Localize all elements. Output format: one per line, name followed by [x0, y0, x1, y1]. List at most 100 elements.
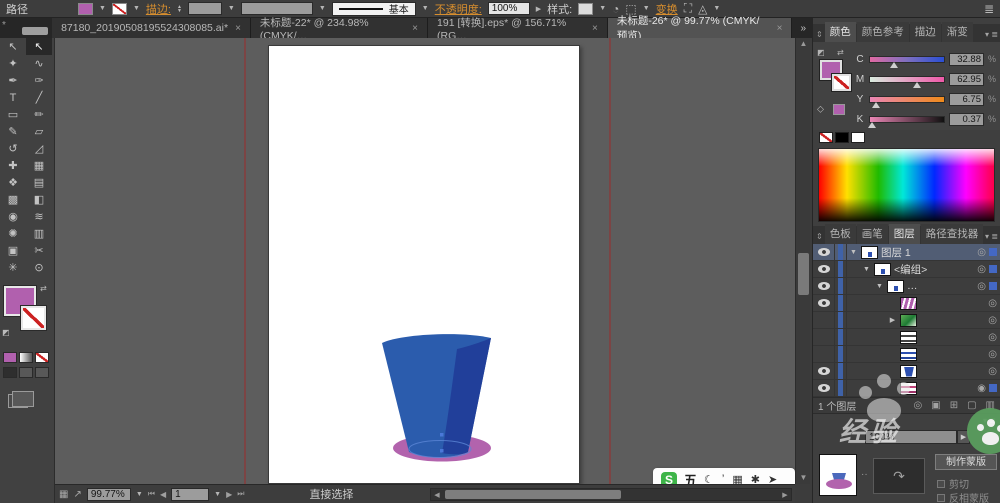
visibility-cell[interactable] [813, 261, 835, 277]
target-icon[interactable]: ◎ [988, 315, 997, 326]
visibility-cell[interactable] [813, 363, 835, 379]
zoom-dropdown-icon[interactable]: ▼ [136, 491, 143, 498]
visibility-cell[interactable] [813, 295, 835, 311]
channel-value-field[interactable]: 6.75 [948, 92, 984, 106]
layer-thumbnail[interactable] [900, 296, 917, 310]
layer-row[interactable]: ▼ … ◎ [813, 278, 1000, 295]
visibility-cell[interactable] [813, 346, 835, 362]
layer-thumbnail[interactable] [900, 381, 917, 395]
width-profile-dropdown-icon[interactable]: ▼ [319, 5, 326, 12]
tab-颜色[interactable]: 颜色 [824, 22, 856, 42]
next-artboard-icon[interactable]: ▶ [226, 490, 232, 499]
transparency-opacity-field[interactable]: 100% [865, 430, 957, 444]
shape-builder-tool[interactable]: ❖ [0, 174, 26, 191]
layer-row-content[interactable]: ◉ [847, 380, 1000, 396]
expand-icon[interactable]: ▼ [849, 249, 858, 256]
brush-definition-dropdown[interactable]: 基本 [331, 1, 416, 16]
expand-icon[interactable]: ▼ [862, 266, 871, 273]
width-tool[interactable]: ✚ [0, 157, 26, 174]
tab-画笔[interactable]: 画笔 [856, 224, 888, 244]
layer-row[interactable]: ◎ [813, 329, 1000, 346]
document-tab[interactable]: 未标题-26* @ 99.77% (CMYK/预览) × [607, 15, 793, 42]
panel-collapse-icon[interactable]: ⇕ [815, 232, 824, 244]
layer-row-content[interactable]: ▼ 图层 1 ◎ [847, 244, 1000, 260]
visibility-cell[interactable] [813, 244, 835, 260]
slider-track[interactable] [869, 75, 945, 88]
target-icon[interactable]: ◎ [977, 281, 986, 292]
default-fill-stroke-icon[interactable]: ◩ [2, 328, 10, 337]
line-segment-tool[interactable]: ╱ [26, 89, 52, 106]
scroll-up-icon[interactable]: ▲ [796, 38, 811, 50]
eraser-tool[interactable]: ▱ [26, 123, 52, 140]
isolate-dropdown-icon[interactable]: ▼ [643, 5, 650, 12]
eye-icon[interactable] [817, 265, 830, 273]
layer-thumbnail[interactable] [874, 262, 891, 276]
object-thumbnail[interactable] [819, 454, 857, 496]
layer-row[interactable]: ▼ 图层 1 ◎ [813, 244, 1000, 261]
fill-dropdown-icon[interactable]: ▼ [99, 5, 106, 12]
horizontal-scrollbar[interactable]: ◀ ▶ [430, 488, 792, 501]
transparency-menu-icon[interactable]: ▾ ≣ [983, 416, 996, 425]
lasso-tool[interactable]: ∿ [26, 55, 52, 72]
panel-stroke-swatch[interactable] [832, 74, 851, 91]
slider-track[interactable] [869, 95, 945, 108]
channel-value-field[interactable]: 62.95 [948, 72, 984, 86]
target-icon[interactable]: ◉ [977, 383, 986, 394]
color-spectrum-bar[interactable] [818, 148, 995, 222]
zoom-level-field[interactable]: 99.77% [86, 487, 131, 501]
brush-dropdown-icon[interactable]: ▼ [422, 5, 429, 12]
tab-色板[interactable]: 色板 [824, 224, 856, 244]
opacity-expand-icon[interactable]: ▶ [957, 430, 970, 444]
style-dropdown-icon[interactable]: ▼ [599, 5, 606, 12]
layer-thumbnail[interactable] [900, 347, 917, 361]
screen-mode-fullscreen-button[interactable] [35, 367, 49, 378]
none-swatch[interactable] [819, 132, 833, 143]
rotate-tool[interactable]: ↺ [0, 140, 26, 157]
target-icon[interactable]: ◎ [988, 349, 997, 360]
stroke-dropdown-icon[interactable]: ▼ [133, 5, 140, 12]
layer-row-content[interactable]: ◎ [847, 329, 1000, 345]
stroke-color-swatch[interactable] [111, 2, 127, 15]
selection-tool[interactable]: ↖ [0, 38, 26, 55]
mask-well[interactable]: ↷ [873, 458, 925, 494]
layer-row-content[interactable]: ▼ <编组> ◎ [847, 261, 1000, 277]
layer-row-content[interactable]: ◎ [847, 346, 1000, 362]
layer-row-content[interactable]: ▼ … ◎ [847, 278, 1000, 294]
layer-row[interactable]: ▼ <编组> ◎ [813, 261, 1000, 278]
layer-thumbnail[interactable] [887, 279, 904, 293]
out-of-gamut-icon[interactable]: ⬦ [817, 104, 824, 115]
panel-collapse-icon[interactable]: ⇕ [815, 30, 824, 42]
layer-row-content[interactable]: ▶ ◎ [847, 312, 1000, 328]
tab-close-icon[interactable]: × [592, 23, 598, 34]
panel-menu-icon[interactable]: ▾ ≣ [985, 232, 998, 244]
gradient-mode-button[interactable] [19, 352, 33, 363]
proxy-default-icon[interactable]: ⇄ [837, 48, 844, 57]
tab-颜色参考[interactable]: 颜色参考 [856, 22, 909, 42]
stroke-weight-label[interactable]: 描边: [146, 1, 171, 17]
stroke-weight-field[interactable] [187, 2, 222, 15]
target-icon[interactable]: ◎ [988, 366, 997, 377]
visibility-cell[interactable] [813, 278, 835, 294]
moon-icon[interactable]: ☾ [704, 473, 714, 484]
anchor-point[interactable] [440, 449, 444, 453]
layer-thumbnail[interactable] [900, 364, 917, 378]
slider-handle[interactable] [871, 101, 880, 108]
layer-thumbnail[interactable] [900, 330, 917, 344]
direct-selection-tool[interactable]: ↖ [26, 38, 52, 55]
slider-handle[interactable] [912, 81, 921, 88]
artboard-dropdown-icon[interactable]: ▼ [214, 491, 221, 498]
paintbrush-tool[interactable]: ✏ [26, 106, 52, 123]
make-mask-button[interactable]: 制作蒙版 [935, 454, 997, 470]
select-similar-dropdown-icon[interactable]: ▼ [713, 5, 720, 12]
none-mode-button[interactable] [35, 352, 49, 363]
ime-toolbar[interactable]: S 五 ☾ ’ ▦ ✱ ➤ [653, 468, 795, 484]
opacity-dropdown-icon[interactable]: ▶ [536, 5, 541, 13]
last-artboard-icon[interactable]: ⏭ [237, 489, 244, 499]
mesh-tool[interactable]: ▩ [0, 191, 26, 208]
keyboard-icon[interactable]: ▦ [732, 473, 742, 484]
punctuation-icon[interactable]: ’ [722, 473, 724, 484]
channel-value-field[interactable]: 32.88 [948, 52, 984, 66]
tab-渐变[interactable]: 渐变 [941, 22, 973, 42]
screen-mode-fullscreen-menu-button[interactable] [19, 367, 33, 378]
tab-图层[interactable]: 图层 [888, 224, 920, 244]
